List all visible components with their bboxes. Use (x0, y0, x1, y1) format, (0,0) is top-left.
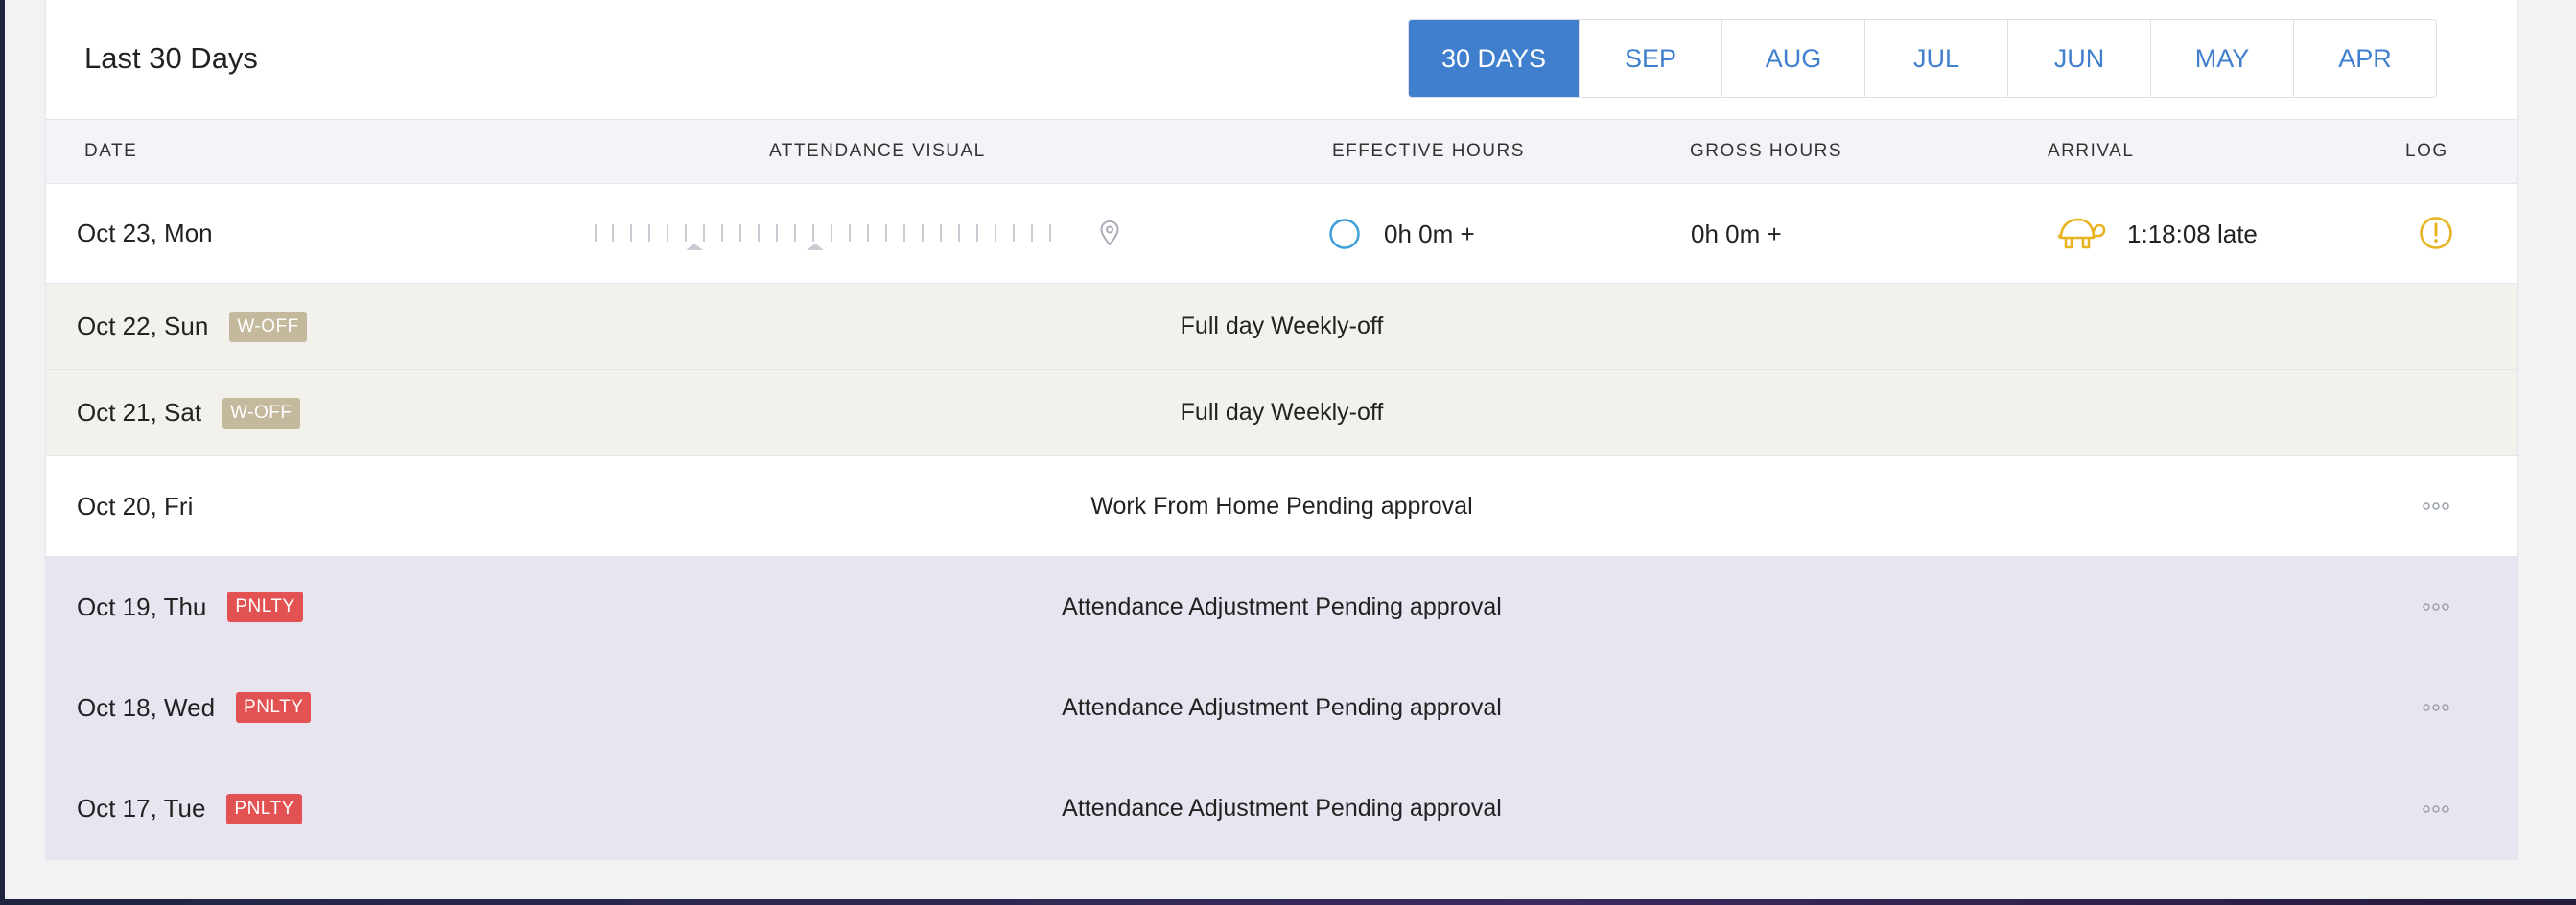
column-arrival: ARRIVAL (2048, 141, 2135, 161)
table-row[interactable]: Oct 17, Tue PNLTY Attendance Adjustment … (46, 758, 2517, 859)
table-row[interactable]: Oct 20, Fri Work From Home Pending appro… (46, 456, 2517, 557)
attendance-log-card: Last 30 Days 30 DAYS SEP AUG JUL JUN MAY… (45, 0, 2518, 860)
row-status: Work From Home Pending approval (1090, 492, 1473, 520)
column-date: DATE (84, 141, 138, 161)
shift-marker (807, 244, 824, 250)
location-pin-icon[interactable] (1100, 220, 1119, 246)
more-options-icon[interactable] (2423, 501, 2449, 511)
tab-aug[interactable]: AUG (1721, 20, 1864, 97)
window-left-edge (0, 0, 5, 905)
tab-sep[interactable]: SEP (1579, 20, 1721, 97)
shift-start-marker (686, 244, 703, 250)
more-options-icon[interactable] (2423, 804, 2449, 814)
row-status: Attendance Adjustment Pending approval (1062, 592, 1502, 620)
table-row-today[interactable]: Oct 23, Mon 0h 0m + 0h 0m + 1:18:08 late (46, 184, 2517, 284)
alert-circle-icon[interactable] (2419, 216, 2453, 250)
row-status: Attendance Adjustment Pending approval (1062, 795, 1502, 822)
ring-icon (1329, 219, 1360, 249)
table-row[interactable]: Oct 22, Sun W-OFF Full day Weekly-off (46, 284, 2517, 370)
table-row[interactable]: Oct 19, Thu PNLTY Attendance Adjustment … (46, 557, 2517, 658)
page-title: Last 30 Days (84, 41, 258, 75)
effective-hours-value: 0h 0m + (1384, 219, 1475, 248)
tab-jul[interactable]: JUL (1864, 20, 2007, 97)
tab-may[interactable]: MAY (2150, 20, 2293, 97)
arrival-value: 1:18:08 late (2127, 219, 2258, 248)
window-bottom-edge (0, 899, 2576, 905)
tab-jun[interactable]: JUN (2007, 20, 2150, 97)
gross-hours-value: 0h 0m + (1691, 219, 1782, 248)
period-tabs: 30 DAYS SEP AUG JUL JUN MAY APR (1408, 19, 2437, 98)
tab-30-days[interactable]: 30 DAYS (1409, 20, 1579, 97)
more-options-icon[interactable] (2423, 602, 2449, 612)
row-status: Full day Weekly-off (1180, 313, 1384, 339)
column-log: LOG (2405, 141, 2448, 161)
more-options-icon[interactable] (2423, 703, 2449, 712)
row-date: Oct 23, Mon (77, 219, 213, 247)
attendance-header: Last 30 Days 30 DAYS SEP AUG JUL JUN MAY… (46, 0, 2517, 120)
tab-apr[interactable]: APR (2293, 20, 2436, 97)
row-status: Full day Weekly-off (1180, 399, 1384, 426)
attendance-visual-timeline (595, 220, 1119, 250)
table-column-header: DATE ATTENDANCE VISUAL EFFECTIVE HOURS G… (46, 120, 2517, 184)
column-gross-hours: GROSS HOURS (1690, 141, 1843, 161)
turtle-icon (2058, 218, 2106, 249)
column-attendance-visual: ATTENDANCE VISUAL (769, 141, 986, 161)
row-status: Attendance Adjustment Pending approval (1062, 693, 1502, 721)
column-effective-hours: EFFECTIVE HOURS (1332, 141, 1525, 161)
table-row[interactable]: Oct 21, Sat W-OFF Full day Weekly-off (46, 370, 2517, 456)
table-row[interactable]: Oct 18, Wed PNLTY Attendance Adjustment … (46, 658, 2517, 758)
